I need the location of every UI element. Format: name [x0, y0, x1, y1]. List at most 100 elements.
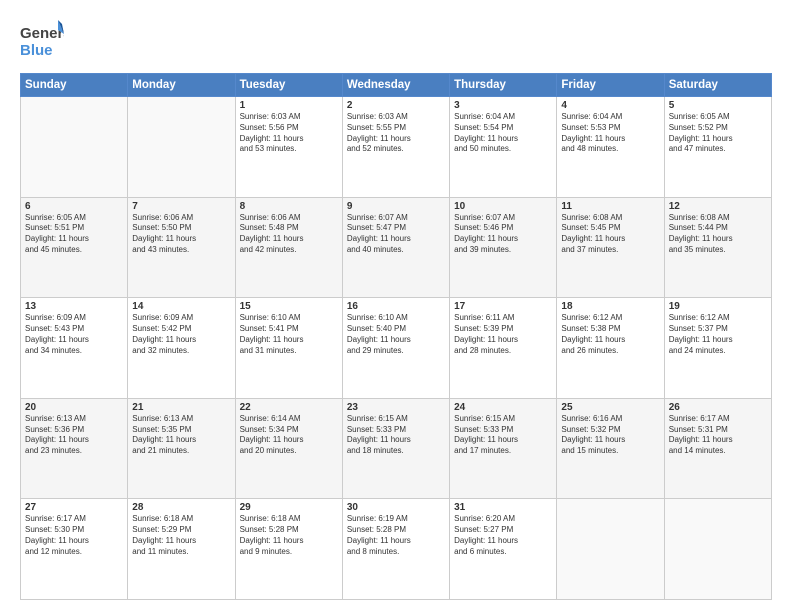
calendar-cell: 27Sunrise: 6:17 AM Sunset: 5:30 PM Dayli…	[21, 499, 128, 600]
calendar-cell: 10Sunrise: 6:07 AM Sunset: 5:46 PM Dayli…	[450, 197, 557, 298]
calendar-table: SundayMondayTuesdayWednesdayThursdayFrid…	[20, 73, 772, 600]
cell-info: Sunrise: 6:07 AM Sunset: 5:47 PM Dayligh…	[347, 213, 445, 256]
day-number: 25	[561, 402, 659, 413]
svg-text:Blue: Blue	[20, 42, 53, 59]
calendar-cell: 4Sunrise: 6:04 AM Sunset: 5:53 PM Daylig…	[557, 97, 664, 198]
calendar-cell: 12Sunrise: 6:08 AM Sunset: 5:44 PM Dayli…	[664, 197, 771, 298]
calendar-cell	[664, 499, 771, 600]
cell-info: Sunrise: 6:11 AM Sunset: 5:39 PM Dayligh…	[454, 313, 552, 356]
cell-info: Sunrise: 6:05 AM Sunset: 5:51 PM Dayligh…	[25, 213, 123, 256]
day-number: 1	[240, 100, 338, 111]
cell-info: Sunrise: 6:05 AM Sunset: 5:52 PM Dayligh…	[669, 112, 767, 155]
day-number: 6	[25, 201, 123, 212]
day-number: 16	[347, 301, 445, 312]
cell-info: Sunrise: 6:19 AM Sunset: 5:28 PM Dayligh…	[347, 514, 445, 557]
calendar-cell: 30Sunrise: 6:19 AM Sunset: 5:28 PM Dayli…	[342, 499, 449, 600]
calendar-cell: 13Sunrise: 6:09 AM Sunset: 5:43 PM Dayli…	[21, 298, 128, 399]
day-number: 24	[454, 402, 552, 413]
day-number: 7	[132, 201, 230, 212]
cell-info: Sunrise: 6:06 AM Sunset: 5:48 PM Dayligh…	[240, 213, 338, 256]
calendar-cell	[557, 499, 664, 600]
day-number: 13	[25, 301, 123, 312]
calendar-cell: 5Sunrise: 6:05 AM Sunset: 5:52 PM Daylig…	[664, 97, 771, 198]
logo: General Blue	[20, 20, 66, 65]
calendar-cell: 29Sunrise: 6:18 AM Sunset: 5:28 PM Dayli…	[235, 499, 342, 600]
cell-info: Sunrise: 6:16 AM Sunset: 5:32 PM Dayligh…	[561, 414, 659, 457]
day-number: 17	[454, 301, 552, 312]
calendar-cell	[128, 97, 235, 198]
cell-info: Sunrise: 6:17 AM Sunset: 5:30 PM Dayligh…	[25, 514, 123, 557]
cell-info: Sunrise: 6:10 AM Sunset: 5:41 PM Dayligh…	[240, 313, 338, 356]
calendar-cell: 3Sunrise: 6:04 AM Sunset: 5:54 PM Daylig…	[450, 97, 557, 198]
day-number: 23	[347, 402, 445, 413]
calendar-weekday-tuesday: Tuesday	[235, 74, 342, 97]
calendar-cell	[21, 97, 128, 198]
calendar-weekday-wednesday: Wednesday	[342, 74, 449, 97]
calendar-cell: 25Sunrise: 6:16 AM Sunset: 5:32 PM Dayli…	[557, 398, 664, 499]
day-number: 21	[132, 402, 230, 413]
cell-info: Sunrise: 6:09 AM Sunset: 5:42 PM Dayligh…	[132, 313, 230, 356]
calendar-cell: 23Sunrise: 6:15 AM Sunset: 5:33 PM Dayli…	[342, 398, 449, 499]
cell-info: Sunrise: 6:08 AM Sunset: 5:44 PM Dayligh…	[669, 213, 767, 256]
day-number: 12	[669, 201, 767, 212]
calendar-cell: 24Sunrise: 6:15 AM Sunset: 5:33 PM Dayli…	[450, 398, 557, 499]
calendar-weekday-thursday: Thursday	[450, 74, 557, 97]
cell-info: Sunrise: 6:03 AM Sunset: 5:55 PM Dayligh…	[347, 112, 445, 155]
calendar-header-row: SundayMondayTuesdayWednesdayThursdayFrid…	[21, 74, 772, 97]
calendar-cell: 28Sunrise: 6:18 AM Sunset: 5:29 PM Dayli…	[128, 499, 235, 600]
day-number: 15	[240, 301, 338, 312]
day-number: 8	[240, 201, 338, 212]
cell-info: Sunrise: 6:10 AM Sunset: 5:40 PM Dayligh…	[347, 313, 445, 356]
day-number: 14	[132, 301, 230, 312]
cell-info: Sunrise: 6:17 AM Sunset: 5:31 PM Dayligh…	[669, 414, 767, 457]
day-number: 11	[561, 201, 659, 212]
cell-info: Sunrise: 6:12 AM Sunset: 5:38 PM Dayligh…	[561, 313, 659, 356]
cell-info: Sunrise: 6:09 AM Sunset: 5:43 PM Dayligh…	[25, 313, 123, 356]
day-number: 22	[240, 402, 338, 413]
calendar-cell: 20Sunrise: 6:13 AM Sunset: 5:36 PM Dayli…	[21, 398, 128, 499]
cell-info: Sunrise: 6:08 AM Sunset: 5:45 PM Dayligh…	[561, 213, 659, 256]
calendar-weekday-saturday: Saturday	[664, 74, 771, 97]
calendar-weekday-sunday: Sunday	[21, 74, 128, 97]
calendar-cell: 7Sunrise: 6:06 AM Sunset: 5:50 PM Daylig…	[128, 197, 235, 298]
calendar-cell: 26Sunrise: 6:17 AM Sunset: 5:31 PM Dayli…	[664, 398, 771, 499]
cell-info: Sunrise: 6:15 AM Sunset: 5:33 PM Dayligh…	[454, 414, 552, 457]
calendar-week-row: 13Sunrise: 6:09 AM Sunset: 5:43 PM Dayli…	[21, 298, 772, 399]
cell-info: Sunrise: 6:07 AM Sunset: 5:46 PM Dayligh…	[454, 213, 552, 256]
calendar-cell: 14Sunrise: 6:09 AM Sunset: 5:42 PM Dayli…	[128, 298, 235, 399]
cell-info: Sunrise: 6:04 AM Sunset: 5:54 PM Dayligh…	[454, 112, 552, 155]
calendar-cell: 8Sunrise: 6:06 AM Sunset: 5:48 PM Daylig…	[235, 197, 342, 298]
day-number: 19	[669, 301, 767, 312]
cell-info: Sunrise: 6:18 AM Sunset: 5:28 PM Dayligh…	[240, 514, 338, 557]
calendar-cell: 16Sunrise: 6:10 AM Sunset: 5:40 PM Dayli…	[342, 298, 449, 399]
day-number: 3	[454, 100, 552, 111]
day-number: 27	[25, 502, 123, 513]
calendar-cell: 22Sunrise: 6:14 AM Sunset: 5:34 PM Dayli…	[235, 398, 342, 499]
cell-info: Sunrise: 6:12 AM Sunset: 5:37 PM Dayligh…	[669, 313, 767, 356]
day-number: 9	[347, 201, 445, 212]
day-number: 18	[561, 301, 659, 312]
day-number: 5	[669, 100, 767, 111]
calendar-cell: 19Sunrise: 6:12 AM Sunset: 5:37 PM Dayli…	[664, 298, 771, 399]
cell-info: Sunrise: 6:15 AM Sunset: 5:33 PM Dayligh…	[347, 414, 445, 457]
logo-svg: General Blue	[20, 20, 64, 60]
cell-info: Sunrise: 6:13 AM Sunset: 5:35 PM Dayligh…	[132, 414, 230, 457]
calendar-weekday-monday: Monday	[128, 74, 235, 97]
day-number: 20	[25, 402, 123, 413]
svg-text:General: General	[20, 25, 64, 42]
calendar-weekday-friday: Friday	[557, 74, 664, 97]
calendar-cell: 9Sunrise: 6:07 AM Sunset: 5:47 PM Daylig…	[342, 197, 449, 298]
cell-info: Sunrise: 6:03 AM Sunset: 5:56 PM Dayligh…	[240, 112, 338, 155]
day-number: 4	[561, 100, 659, 111]
day-number: 2	[347, 100, 445, 111]
day-number: 30	[347, 502, 445, 513]
calendar-cell: 21Sunrise: 6:13 AM Sunset: 5:35 PM Dayli…	[128, 398, 235, 499]
calendar-week-row: 20Sunrise: 6:13 AM Sunset: 5:36 PM Dayli…	[21, 398, 772, 499]
calendar-cell: 2Sunrise: 6:03 AM Sunset: 5:55 PM Daylig…	[342, 97, 449, 198]
calendar-cell: 31Sunrise: 6:20 AM Sunset: 5:27 PM Dayli…	[450, 499, 557, 600]
calendar-cell: 15Sunrise: 6:10 AM Sunset: 5:41 PM Dayli…	[235, 298, 342, 399]
day-number: 28	[132, 502, 230, 513]
cell-info: Sunrise: 6:18 AM Sunset: 5:29 PM Dayligh…	[132, 514, 230, 557]
calendar-week-row: 1Sunrise: 6:03 AM Sunset: 5:56 PM Daylig…	[21, 97, 772, 198]
logo-container: General Blue	[20, 20, 66, 65]
